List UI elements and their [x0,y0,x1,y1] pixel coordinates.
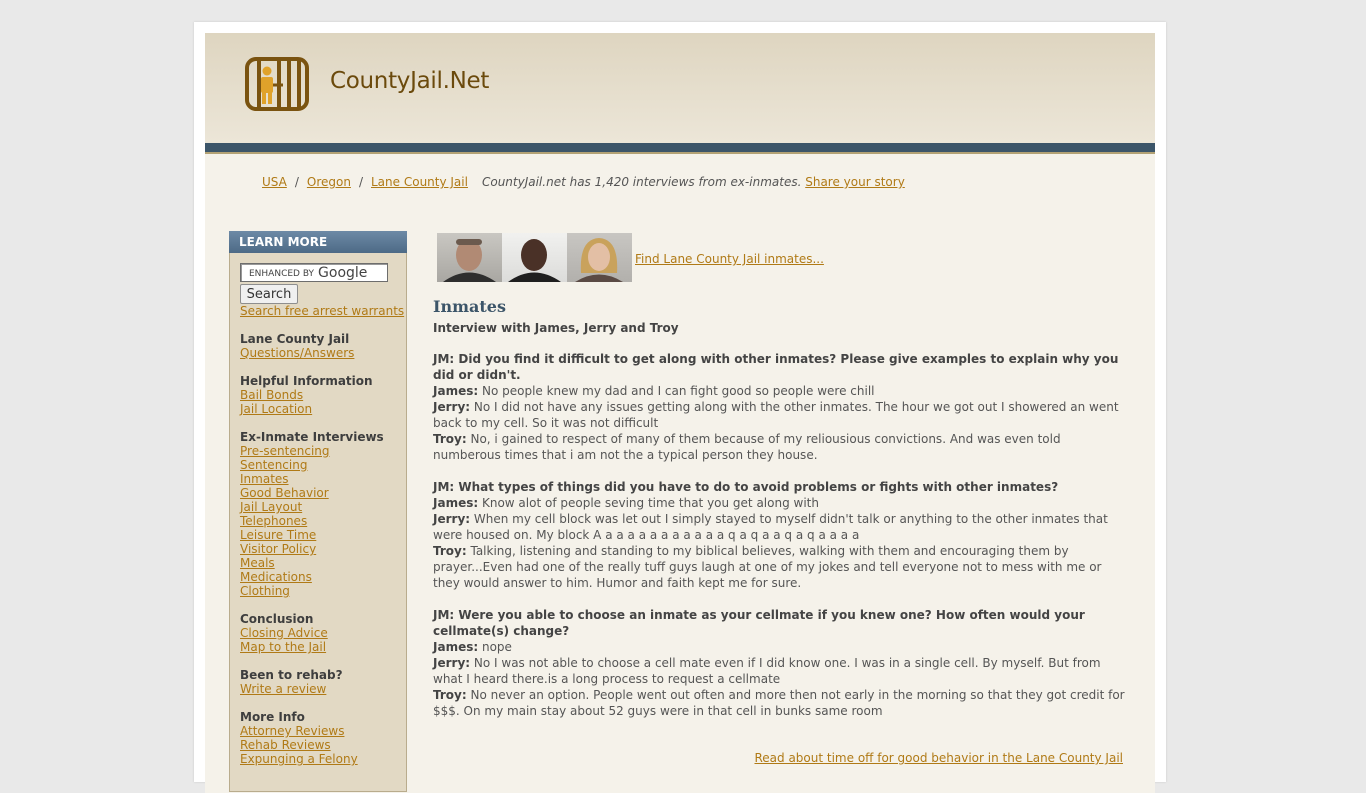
answer-text: nope [481,640,512,654]
search-button[interactable]: Search [240,284,298,304]
answer: Jerry: When my cell block was let out I … [433,511,1128,543]
sidebar-section-title: Ex-Inmate Interviews [240,430,384,444]
sidebar-link-questions-answers[interactable]: Questions/Answers [240,346,406,360]
speaker: Troy: [433,544,467,558]
jail-bars-logo-icon[interactable] [245,57,309,111]
answer-text: Know alot of people seving time that you… [481,496,819,510]
sidebar-link-meals[interactable]: Meals [240,556,406,570]
page-container: CountyJail.Net USA / Oregon / Lane County Ja… [194,22,1166,793]
qa-block: JM: Were you able to choose an inmate as… [433,607,1128,719]
sidebar-section-title: Been to rehab? [240,668,343,682]
header-divider [205,143,1155,152]
header-divider-thin [205,152,1155,154]
breadcrumb-oregon[interactable]: Oregon [307,175,351,189]
answer: Troy: No, i gained to respect of many of… [433,431,1128,463]
mugshot-strip[interactable] [437,233,632,282]
sidebar-link-closing-advice[interactable]: Closing Advice [240,626,406,640]
qa-block: JM: What types of things did you have to… [433,479,1128,591]
google-logo: Google [318,265,368,281]
answer: Jerry: No I was not able to choose a cel… [433,655,1128,687]
sidebar-section-title: Lane County Jail [240,332,350,346]
sidebar-header: LEARN MORE [229,231,407,253]
breadcrumb-separator: / [294,175,299,189]
mugshot-photo[interactable] [567,233,632,282]
content-area: CountyJail.Net USA / Oregon / Lane County Ja… [205,33,1155,793]
speaker: James: [433,640,479,654]
google-search-input[interactable]: ENHANCED BY Google [240,263,388,282]
speaker: James: [433,384,479,398]
speaker: Jerry: [433,512,471,526]
interview-subtitle: Interview with James, Jerry and Troy [433,321,679,335]
sidebar-link-jail-layout[interactable]: Jail Layout [240,500,406,514]
answer: James: No people knew my dad and I can f… [433,383,1128,399]
sidebar-link-rehab-reviews[interactable]: Rehab Reviews [240,738,406,752]
sidebar: LEARN MORE ENHANCED BY Google Search Sear… [229,231,407,792]
answer-text: No people knew my dad and I can fight go… [481,384,875,398]
qa-block: JM: Did you find it difficult to get alo… [433,351,1128,463]
answer-text: No never an option. People went out ofte… [433,688,1125,718]
speaker: Troy: [433,432,467,446]
answer-text: When my cell block was let out I simply … [433,512,1108,542]
answer: James: Know alot of people seving time t… [433,495,1128,511]
sidebar-link-attorney-reviews[interactable]: Attorney Reviews [240,724,406,738]
answer: Jerry: No I did not have any issues gett… [433,399,1128,431]
sidebar-link-jail-location[interactable]: Jail Location [240,402,406,416]
answer: Troy: No never an option. People went ou… [433,687,1128,719]
answer: Troy: Talking, listening and standing to… [433,543,1128,591]
sidebar-link-inmates[interactable]: Inmates [240,472,406,486]
interview-count-note: CountyJail.net has 1,420 interviews from… [481,175,802,189]
sidebar-link-bail-bonds[interactable]: Bail Bonds [240,388,406,402]
question: JM: Did you find it difficult to get alo… [433,352,1119,382]
sidebar-section-title: Conclusion [240,612,314,626]
sidebar-link-good-behavior[interactable]: Good Behavior [240,486,406,500]
sidebar-link-pre-sentencing[interactable]: Pre-sentencing [240,444,406,458]
sidebar-link-telephones[interactable]: Telephones [240,514,406,528]
sidebar-link-clothing[interactable]: Clothing [240,584,406,598]
breadcrumb: USA / Oregon / Lane County Jail CountyJail.ne… [262,175,905,189]
sidebar-link-medications[interactable]: Medications [240,570,406,584]
page-title: Inmates [433,297,506,316]
speaker: Jerry: [433,400,471,414]
answer-text: No I did not have any issues getting alo… [433,400,1119,430]
answer-text: Talking, listening and standing to my bi… [433,544,1102,590]
site-header: CountyJail.Net [205,33,1155,143]
speaker: James: [433,496,479,510]
sidebar-link-visitor-policy[interactable]: Visitor Policy [240,542,406,556]
sidebar-link-write-review[interactable]: Write a review [240,682,406,696]
sidebar-section-title: More Info [240,710,305,724]
answer-text: No, i gained to respect of many of them … [433,432,1061,462]
arrest-warrants-link[interactable]: Search free arrest warrants [240,304,406,318]
share-story-link[interactable]: Share your story [805,175,905,189]
breadcrumb-lane-county-jail[interactable]: Lane County Jail [371,175,468,189]
mugshot-photo[interactable] [437,233,502,282]
question: JM: What types of things did you have to… [433,480,1059,494]
speaker: Jerry: [433,656,471,670]
find-inmates-link[interactable]: Find Lane County Jail inmates... [635,252,824,266]
breadcrumb-separator: / [358,175,363,189]
sidebar-section-title: Helpful Information [240,374,373,388]
speaker: Troy: [433,688,467,702]
answer: James: nope [433,639,1128,655]
good-behavior-link[interactable]: Read about time off for good behavior in… [754,751,1123,765]
search-placeholder: ENHANCED BY [249,269,315,279]
question: JM: Were you able to choose an inmate as… [433,608,1085,638]
sidebar-link-leisure-time[interactable]: Leisure Time [240,528,406,542]
mugshot-photo[interactable] [502,233,567,282]
sidebar-link-expunging-felony[interactable]: Expunging a Felony [240,752,406,766]
sidebar-link-sentencing[interactable]: Sentencing [240,458,406,472]
site-name[interactable]: CountyJail.Net [330,68,489,94]
breadcrumb-usa[interactable]: USA [262,175,287,189]
answer-text: No I was not able to choose a cell mate … [433,656,1101,686]
sidebar-link-map-to-jail[interactable]: Map to the Jail [240,640,406,654]
